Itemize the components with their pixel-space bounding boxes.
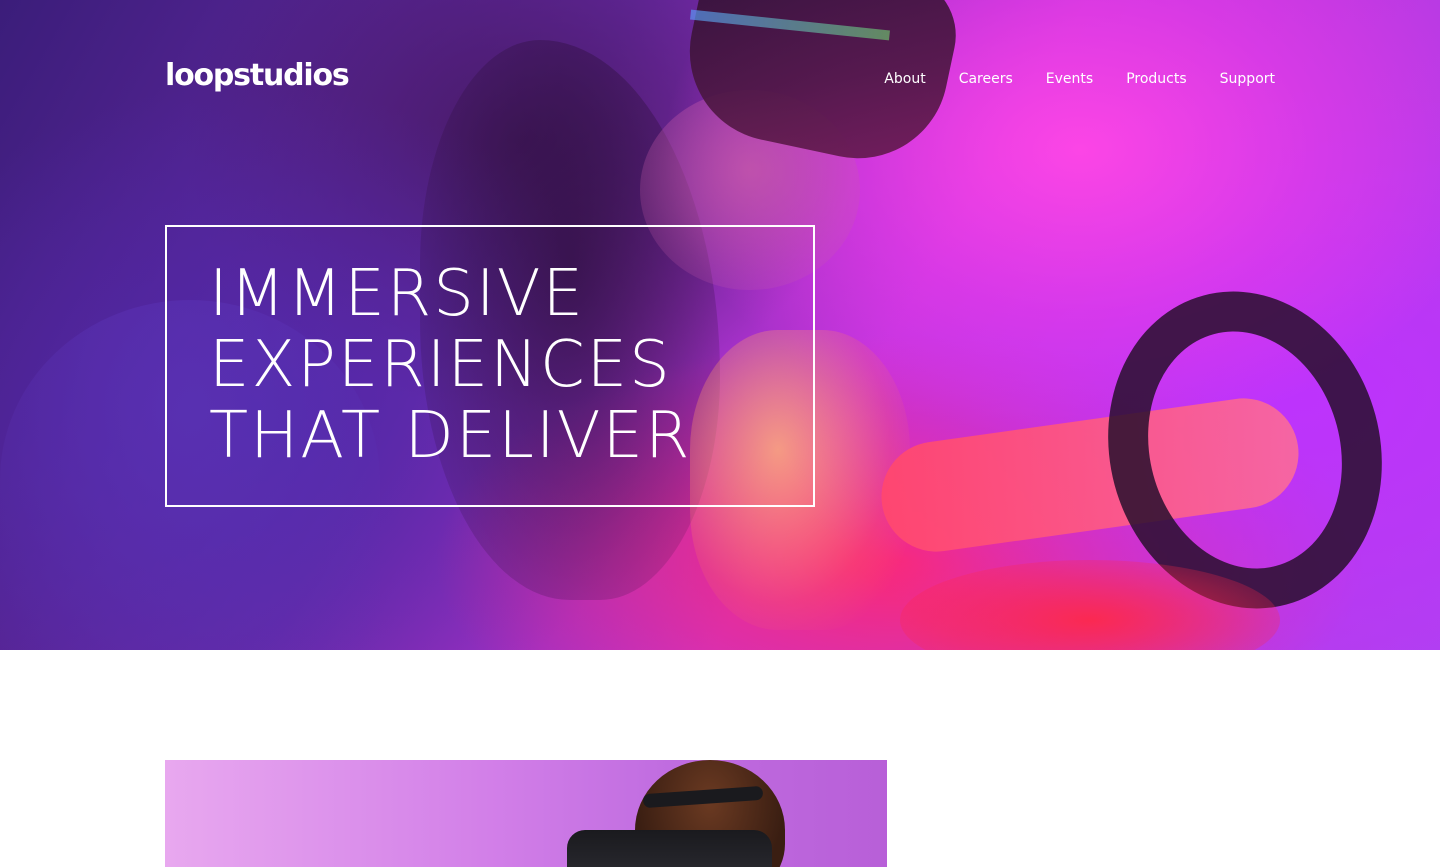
hero-headline-line: IMMERSIVE xyxy=(209,257,585,331)
nav-item-support[interactable]: Support xyxy=(1220,68,1275,90)
nav-item-events[interactable]: Events xyxy=(1046,68,1093,90)
hero-headline: IMMERSIVE EXPERIENCES THAT DELIVER xyxy=(209,259,773,472)
hero-headline-line: THAT DELIVER xyxy=(209,399,692,473)
nav-item-about[interactable]: About xyxy=(884,68,925,90)
nav-item-careers[interactable]: Careers xyxy=(959,68,1013,90)
nav-item-products[interactable]: Products xyxy=(1126,68,1186,90)
feature-image-vr-headset xyxy=(567,830,772,867)
main-nav: About Careers Events Products Support xyxy=(884,68,1275,90)
site-logo[interactable]: loopstudios xyxy=(165,56,350,96)
hero-headline-line: EXPERIENCES xyxy=(209,328,672,402)
vr-feature-image xyxy=(165,760,887,867)
hero-headline-box: IMMERSIVE EXPERIENCES THAT DELIVER xyxy=(165,225,815,507)
